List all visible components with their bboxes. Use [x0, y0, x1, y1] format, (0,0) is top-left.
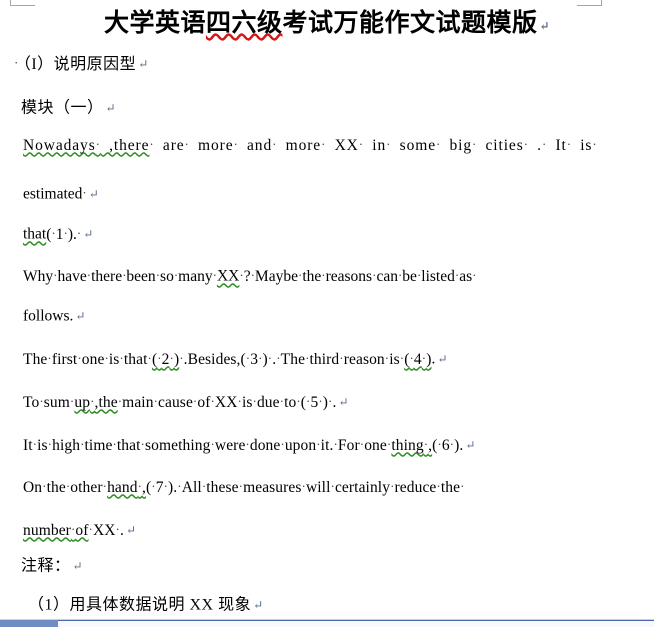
- body-text-8b: (·6·).: [432, 436, 464, 454]
- horizontal-scrollbar-thumb[interactable]: [0, 620, 58, 627]
- body-text-8a: It·is·high·time·that·something·were·done…: [23, 436, 392, 454]
- body-paragraph-2[interactable]: estimated· ↵: [23, 183, 99, 205]
- body-text-7a: To·sum·: [23, 393, 75, 411]
- grammar-flagged-text: number·of: [23, 521, 89, 539]
- title-part-misspelled: 四六级: [205, 10, 283, 37]
- note-item-1-paragraph[interactable]: （1）用具体数据说明 XX 现象 ↵: [28, 595, 264, 616]
- body-text-3-rest: (·1·).·: [46, 225, 82, 243]
- body-text-6a: The·first·one·is·that·: [23, 350, 152, 368]
- horizontal-scrollbar-track[interactable]: [58, 620, 654, 627]
- body-text-4b: ·?·Maybe·the·reasons·can·be·listed·as·: [239, 267, 477, 285]
- body-paragraph-3[interactable]: that(·1·).· ↵: [23, 223, 93, 245]
- horizontal-scrollbar[interactable]: [0, 619, 654, 627]
- body-paragraph-4[interactable]: Why·have·there·been·so·many·XX·?·Maybe·t…: [23, 265, 476, 287]
- body-paragraph-9[interactable]: On·the·other·hand·,(·7·).·All·these·meas…: [23, 476, 465, 498]
- body-text-7b: ·main·cause·of·XX·is·due·to·(·5·)·.: [117, 393, 337, 411]
- grammar-flagged-text: up·,the: [74, 393, 118, 411]
- body-paragraph-10[interactable]: number·of·XX·. ↵: [23, 519, 136, 541]
- section-heading-paragraph[interactable]: · （I）说明原因型 ↵: [14, 53, 149, 75]
- module-heading-text: 模块（一）: [21, 99, 104, 117]
- body-text-6b: ·.Besides,(·3·)·.·The·third·reason·is·: [179, 350, 405, 368]
- body-paragraph-7[interactable]: To·sum·up·,the·main·cause·of·XX·is·due·t…: [23, 391, 349, 413]
- body-paragraph-8[interactable]: It·is·high·time·that·something·were·done…: [23, 434, 476, 456]
- grammar-flagged-text: Nowadays· ,there: [23, 136, 150, 154]
- body-text-4a: Why·have·there·been·so·many·: [23, 267, 217, 285]
- grammar-flagged-text: thing·,: [391, 436, 433, 454]
- body-text-2: estimated: [23, 185, 83, 203]
- margin-corner-mark-top-right: [577, 0, 602, 6]
- title-part-plain-before: 大学英语: [103, 10, 206, 37]
- space-mark-icon: ·: [82, 185, 87, 200]
- grammar-flagged-text: hand·,: [107, 478, 147, 496]
- paragraph-mark-icon: ↵: [72, 559, 84, 573]
- paragraph-mark-icon: ↵: [138, 56, 149, 71]
- paragraph-mark-icon: ↵: [105, 101, 117, 115]
- paragraph-mark-icon: ↵: [465, 437, 476, 452]
- grammar-flagged-text: (·2·): [151, 350, 180, 368]
- document-page[interactable]: 大学英语四六级考试万能作文试题模版 ↵ · （I）说明原因型 ↵ 模块（一） ↵ Now…: [0, 0, 654, 619]
- notes-heading-text: 注释：: [21, 557, 71, 575]
- notes-heading-paragraph[interactable]: 注释： ↵: [21, 556, 83, 577]
- body-text-6c: .: [431, 350, 436, 368]
- grammar-flagged-text: XX: [216, 267, 240, 285]
- space-mark-icon: ·: [14, 55, 19, 70]
- body-text-5: follows.: [23, 307, 74, 325]
- body-paragraph-5[interactable]: follows. ↵: [23, 306, 85, 327]
- body-text-9b: (·7·).·All·these·measures·will·certainly…: [146, 478, 465, 496]
- body-text-10-rest: ·XX·.: [88, 521, 124, 539]
- section-heading-text: （I）说明原因型: [22, 55, 137, 73]
- grammar-flagged-text: that: [23, 225, 47, 243]
- paragraph-mark-icon: ↵: [338, 394, 349, 409]
- title-part-plain-after: 考试万能作文试题模版: [282, 10, 538, 37]
- paragraph-mark-icon: ↵: [539, 19, 551, 34]
- grammar-flagged-text: (·4·): [404, 350, 432, 368]
- body-text-1-rest: · are· more· and· more· XX· in· some· bi…: [149, 136, 598, 154]
- paragraph-mark-icon: ↵: [75, 309, 86, 323]
- module-heading-paragraph[interactable]: 模块（一） ↵: [21, 98, 116, 119]
- body-paragraph-6[interactable]: The·first·one·is·that·(·2·)·.Besides,(·3…: [23, 348, 448, 370]
- note-item-1-text: （1）用具体数据说明 XX 现象: [28, 596, 252, 614]
- paragraph-mark-icon: ↵: [125, 522, 137, 537]
- page-title: 大学英语四六级考试万能作文试题模版 ↵: [0, 8, 654, 42]
- paragraph-mark-icon: ↵: [253, 598, 264, 612]
- body-text-9a: On·the·other·: [23, 478, 108, 496]
- paragraph-mark-icon: ↵: [437, 351, 448, 366]
- paragraph-mark-icon: ↵: [88, 186, 99, 201]
- paragraph-mark-icon: ↵: [83, 226, 94, 241]
- margin-corner-mark-top-left: [10, 0, 35, 6]
- body-paragraph-1[interactable]: Nowadays· ,there· are· more· and· more· …: [23, 134, 598, 156]
